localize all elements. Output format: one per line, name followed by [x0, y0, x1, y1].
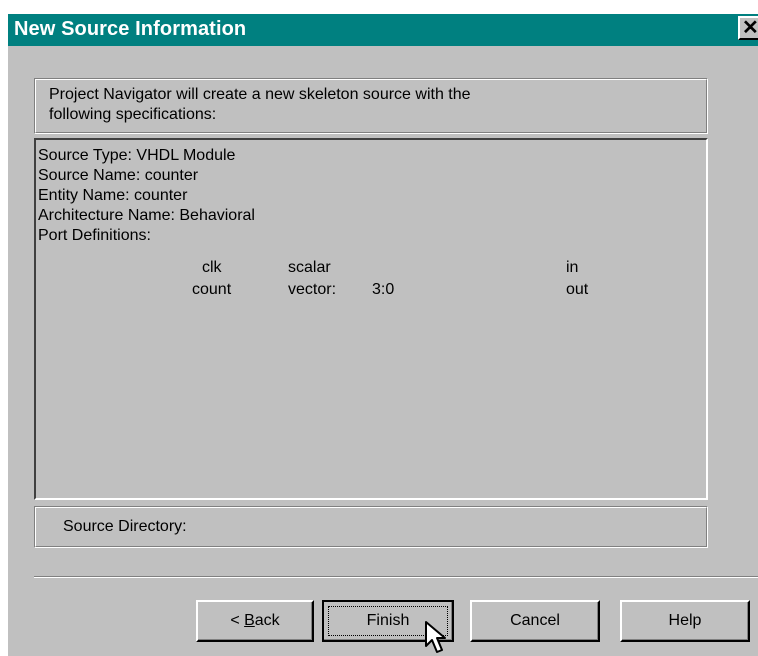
title-bar[interactable]: New Source Information: [8, 14, 758, 46]
back-button-label: < Back: [230, 612, 279, 629]
close-icon: ✕: [742, 17, 758, 39]
entity-name-text: Entity Name: counter: [38, 187, 188, 204]
back-accelerator: B: [244, 612, 255, 629]
left-margin: [0, 0, 8, 656]
finish-button-label: Finish: [366, 612, 410, 629]
help-button[interactable]: Help: [620, 600, 750, 642]
mouse-pointer-icon: [425, 621, 446, 653]
intro-line-2: following specifications:: [49, 106, 217, 123]
back-button[interactable]: < Back: [196, 600, 314, 642]
back-prefix: <: [230, 612, 245, 629]
intro-line-1: Project Navigator will create a new skel…: [49, 86, 471, 103]
source-name-text: Source Name: counter: [38, 167, 199, 184]
cancel-button[interactable]: Cancel: [470, 600, 600, 642]
architecture-name-text: Architecture Name: Behavioral: [38, 207, 255, 224]
port-definitions-label: Port Definitions:: [38, 227, 151, 244]
back-label-rest: ack: [254, 612, 280, 629]
help-button-label: Help: [668, 612, 702, 629]
port-range: 3:0: [372, 281, 395, 298]
top-margin: [0, 0, 758, 14]
window-title: New Source Information: [14, 18, 247, 40]
port-type: scalar: [288, 259, 331, 276]
intro-text: Project Navigator will create a new skel…: [49, 85, 471, 125]
close-button[interactable]: ✕: [738, 16, 758, 40]
port-direction: out: [566, 281, 589, 298]
source-directory-label: Source Directory:: [63, 518, 187, 535]
port-name: count: [192, 281, 232, 298]
specification-list[interactable]: Source Type: VHDL Module Source Name: co…: [34, 138, 708, 500]
source-type-text: Source Type: VHDL Module: [38, 147, 236, 164]
cancel-button-label: Cancel: [510, 612, 560, 629]
port-name: clk: [202, 259, 222, 276]
port-direction: in: [566, 259, 579, 276]
port-type: vector:: [288, 281, 337, 298]
source-directory-box: Source Directory:: [34, 506, 708, 548]
intro-box: Project Navigator will create a new skel…: [34, 78, 708, 134]
button-divider: [34, 576, 758, 578]
